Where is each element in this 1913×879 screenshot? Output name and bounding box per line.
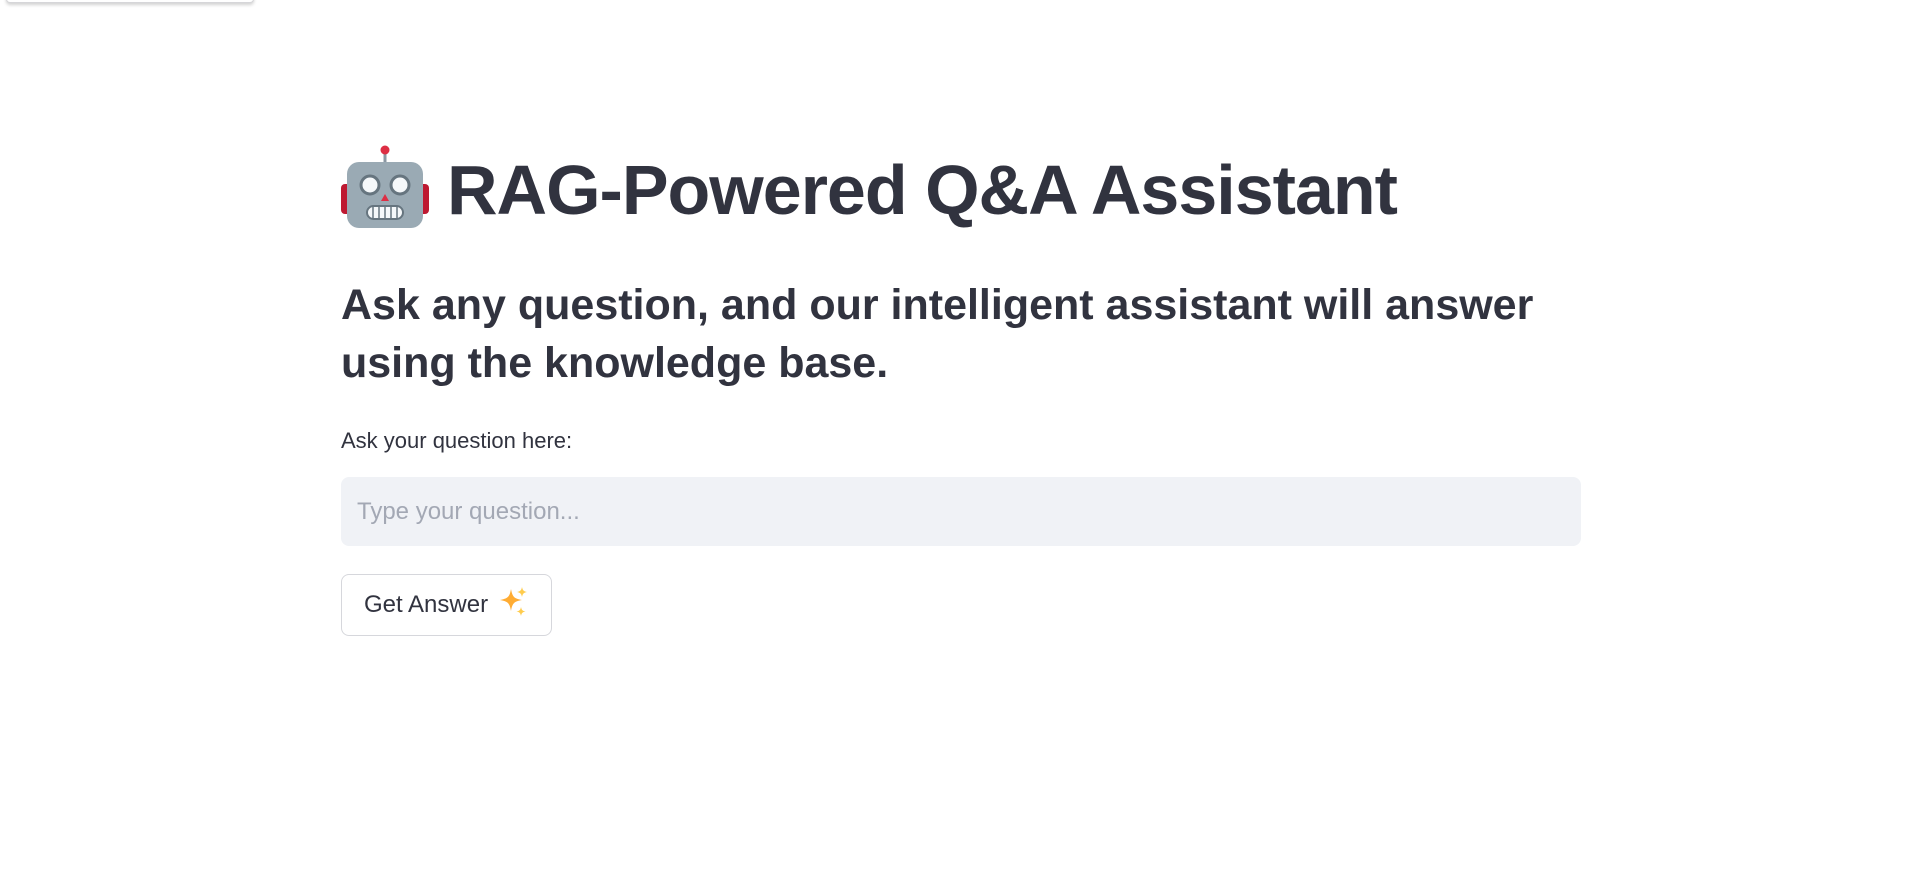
title-row: RAG-Powered Q&A Assistant bbox=[341, 144, 1398, 237]
get-answer-button-label: Get Answer bbox=[364, 591, 489, 618]
top-collapsed-panel-tab[interactable] bbox=[6, 0, 254, 3]
question-input[interactable] bbox=[341, 477, 1581, 546]
page-subtitle: Ask any question, and our intelligent as… bbox=[341, 281, 1534, 387]
sparkles-icon bbox=[488, 585, 530, 626]
get-answer-button[interactable]: Get Answer bbox=[341, 574, 553, 636]
robot-icon bbox=[341, 144, 447, 237]
question-field-label: Ask your question here: bbox=[341, 428, 573, 453]
page-title: RAG-Powered Q&A Assistant bbox=[447, 151, 1398, 229]
